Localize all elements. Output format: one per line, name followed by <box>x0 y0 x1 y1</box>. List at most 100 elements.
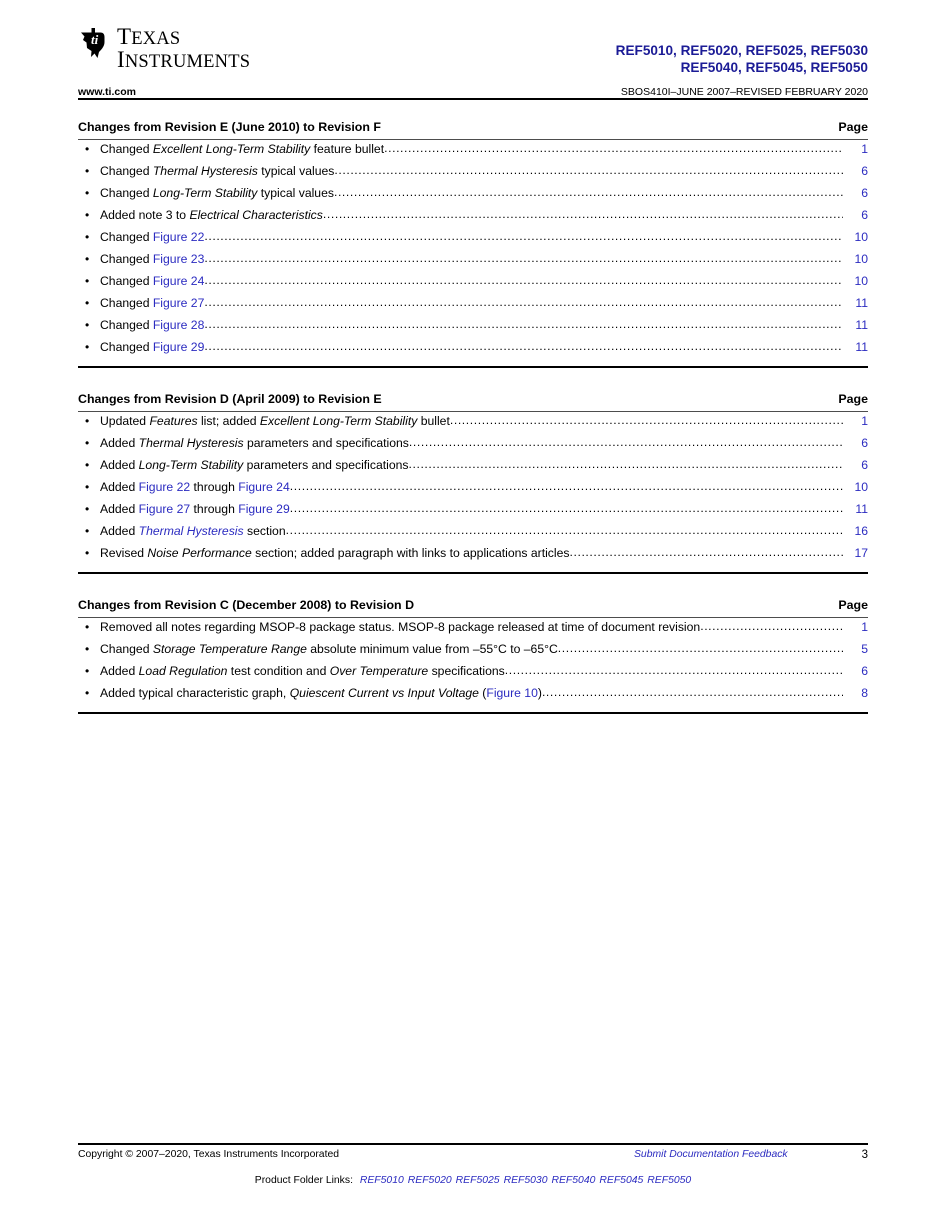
change-description: Added Figure 27 through Figure 29 <box>100 503 290 515</box>
revision-section-title: Changes from Revision C (December 2008) … <box>78 598 415 612</box>
bullet-page-number[interactable]: 10 <box>844 253 868 265</box>
change-description: Added note 3 to Electrical Characteristi… <box>100 209 323 221</box>
change-bullet-item: • Updated Features list; added Excellent … <box>78 414 868 437</box>
plain-text: through <box>190 480 239 494</box>
bullet-page-number[interactable]: 6 <box>844 187 868 199</box>
change-bullet-item: • Added Thermal Hysteresis parameters and… <box>78 436 868 459</box>
bullet-page-number[interactable]: 8 <box>844 687 868 699</box>
bullet-page-number[interactable]: 1 <box>844 621 868 633</box>
product-folder-link[interactable]: REF5045 <box>599 1175 643 1186</box>
plain-text: section <box>243 524 286 538</box>
cross-reference-link[interactable]: Figure 24 <box>153 274 205 288</box>
change-bullet-item: • Changed Figure 29......................… <box>78 340 868 363</box>
bullet-page-number[interactable]: 6 <box>844 437 868 449</box>
bullet-page-number[interactable]: 11 <box>844 297 868 309</box>
product-folder-link[interactable]: REF5040 <box>551 1175 595 1186</box>
header-divider <box>78 98 868 100</box>
leader-dots: ........................................… <box>333 186 843 199</box>
change-bullet-item: • Added Figure 22 through Figure 24 .....… <box>78 480 868 503</box>
section-header-rule <box>78 411 868 412</box>
product-folder-link[interactable]: REF5010 <box>360 1175 404 1186</box>
bullet-marker: • <box>85 142 90 156</box>
bullet-page-number[interactable]: 5 <box>844 643 868 655</box>
bullet-marker: • <box>85 502 90 516</box>
change-description: Added typical characteristic graph, Quie… <box>100 687 542 699</box>
section-footer-rule <box>78 366 868 368</box>
bullet-page-number[interactable]: 10 <box>844 275 868 287</box>
ti-website-url[interactable]: www.ti.com <box>78 86 136 98</box>
page-column-header: Page <box>838 120 868 134</box>
product-folder-link[interactable]: REF5030 <box>504 1175 548 1186</box>
change-description: Removed all notes regarding MSOP-8 packa… <box>100 621 700 633</box>
bullet-page-number[interactable]: 1 <box>844 143 868 155</box>
cross-reference-link[interactable]: Thermal Hysteresis <box>139 524 244 538</box>
cross-reference-link[interactable]: Figure 29 <box>238 502 290 516</box>
page-column-header: Page <box>838 392 868 406</box>
plain-text: Added <box>100 480 139 494</box>
ti-logo: ti TEXAS INSTRUMENTS <box>78 25 250 71</box>
cross-reference-link[interactable]: Figure 24 <box>238 480 290 494</box>
product-folder-link[interactable]: REF5025 <box>456 1175 500 1186</box>
plain-text: Changed <box>100 296 153 310</box>
plain-text: Added <box>100 664 139 678</box>
bullet-page-number[interactable]: 11 <box>844 319 868 331</box>
leader-dots: ........................................… <box>204 296 843 309</box>
section-header-rule <box>78 139 868 140</box>
change-bullet-item: • Changed Figure 28......................… <box>78 318 868 341</box>
bullet-marker: • <box>85 296 90 310</box>
submit-documentation-feedback-link[interactable]: Submit Documentation Feedback <box>634 1149 788 1160</box>
cross-reference-link[interactable]: Figure 23 <box>153 252 205 266</box>
cross-reference-link[interactable]: Figure 22 <box>139 480 191 494</box>
device-part-numbers: REF5010, REF5020, REF5025, REF5030 REF50… <box>616 42 868 77</box>
bullet-marker: • <box>85 414 90 428</box>
plain-text: specifications <box>428 664 505 678</box>
bullet-marker: • <box>85 340 90 354</box>
change-bullet-item: • Added Load Regulation test condition an… <box>78 664 868 687</box>
leader-dots: ........................................… <box>204 274 843 287</box>
product-folder-link[interactable]: REF5020 <box>408 1175 452 1186</box>
bullet-page-number[interactable]: 10 <box>844 231 868 243</box>
plain-text: Added <box>100 436 139 450</box>
bullet-page-number[interactable]: 6 <box>844 165 868 177</box>
change-bullet-item: • Removed all notes regarding MSOP-8 pack… <box>78 620 868 643</box>
bullet-page-number[interactable]: 1 <box>844 415 868 427</box>
change-bullet-item: • Added note 3 to Electrical Characterist… <box>78 208 868 231</box>
cross-reference-link[interactable]: Figure 28 <box>153 318 205 332</box>
plain-text: parameters and specifications <box>243 436 409 450</box>
bullet-marker: • <box>85 252 90 266</box>
change-description: Changed Figure 28 <box>100 319 204 331</box>
emphasis-text: Storage Temperature Range <box>152 642 307 656</box>
cross-reference-link[interactable]: Figure 22 <box>153 230 205 244</box>
bullet-page-number[interactable]: 16 <box>844 525 868 537</box>
plain-text: list; added <box>197 414 260 428</box>
copyright-text: Copyright © 2007–2020, Texas Instruments… <box>78 1149 340 1160</box>
leader-dots: ........................................… <box>504 664 843 677</box>
product-folder-label: Product Folder Links: <box>254 1175 353 1186</box>
change-bullet-item: • Changed Long-Term Stability typical val… <box>78 186 868 209</box>
bullet-page-number[interactable]: 6 <box>844 459 868 471</box>
bullet-page-number[interactable]: 11 <box>844 503 868 515</box>
bullet-page-number[interactable]: 11 <box>844 341 868 353</box>
bullet-page-number[interactable]: 17 <box>844 547 868 559</box>
change-bullet-item: • Changed Figure 24......................… <box>78 274 868 297</box>
bullet-page-number[interactable]: 6 <box>844 665 868 677</box>
cross-reference-link[interactable]: Figure 27 <box>139 502 191 516</box>
bullet-page-number[interactable]: 10 <box>844 481 868 493</box>
change-bullet-item: • Changed Figure 23......................… <box>78 252 868 275</box>
cross-reference-link[interactable]: Figure 29 <box>153 340 205 354</box>
bullet-page-number[interactable]: 6 <box>844 209 868 221</box>
plain-text: Added typical characteristic graph, <box>100 686 290 700</box>
plain-text: Changed <box>100 340 153 354</box>
document-id-and-dates: SBOS410I–JUNE 2007–REVISED FEBRUARY 2020 <box>620 86 868 98</box>
bullet-marker: • <box>85 686 90 700</box>
cross-reference-link[interactable]: Figure 10 <box>486 686 538 700</box>
revision-section-header: Changes from Revision E (June 2010) to R… <box>78 120 868 139</box>
change-description: Added Long-Term Stability parameters and… <box>100 459 408 471</box>
footer-top-row: Copyright © 2007–2020, Texas Instruments… <box>78 1149 868 1165</box>
change-description: Changed Figure 23 <box>100 253 204 265</box>
change-bullet-item: • Added typical characteristic graph, Qui… <box>78 686 868 709</box>
product-folder-link[interactable]: REF5050 <box>647 1175 691 1186</box>
emphasis-text: Features <box>149 414 198 428</box>
cross-reference-link[interactable]: Figure 27 <box>153 296 205 310</box>
change-bullet-item: • Added Figure 27 through Figure 29 .....… <box>78 502 868 525</box>
